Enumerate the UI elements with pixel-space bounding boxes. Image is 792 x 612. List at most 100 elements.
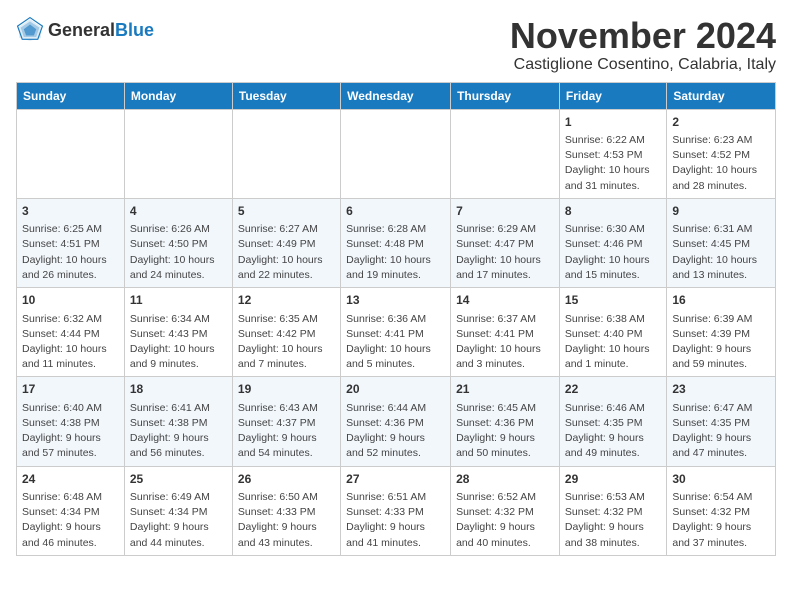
day-number: 27 <box>346 471 445 488</box>
day-detail: Sunrise: 6:25 AM Sunset: 4:51 PM Dayligh… <box>22 222 119 283</box>
day-detail: Sunrise: 6:23 AM Sunset: 4:52 PM Dayligh… <box>672 133 770 194</box>
calendar-cell: 13 Sunrise: 6:36 AM Sunset: 4:41 PM Dayli… <box>341 288 451 377</box>
day-detail: Sunrise: 6:28 AM Sunset: 4:48 PM Dayligh… <box>346 222 445 283</box>
header-day: Friday <box>559 82 666 109</box>
day-number: 26 <box>238 471 335 488</box>
calendar-cell <box>341 109 451 198</box>
day-detail: Sunrise: 6:39 AM Sunset: 4:39 PM Dayligh… <box>672 312 770 373</box>
calendar-cell: 17 Sunrise: 6:40 AM Sunset: 4:38 PM Dayli… <box>17 377 125 466</box>
day-detail: Sunrise: 6:49 AM Sunset: 4:34 PM Dayligh… <box>130 490 227 551</box>
calendar-cell: 12 Sunrise: 6:35 AM Sunset: 4:42 PM Dayli… <box>232 288 340 377</box>
calendar-cell: 4 Sunrise: 6:26 AM Sunset: 4:50 PM Daylig… <box>124 198 232 287</box>
calendar-cell: 8Sunrise: 6:30 AM Sunset: 4:46 PM Daylig… <box>559 198 666 287</box>
calendar-cell <box>17 109 125 198</box>
logo: GeneralBlue <box>16 16 154 44</box>
title-block: November 2024 Castiglione Cosentino, Cal… <box>510 16 776 74</box>
day-number: 17 <box>22 381 119 398</box>
day-detail: Sunrise: 6:35 AM Sunset: 4:42 PM Dayligh… <box>238 312 335 373</box>
day-number: 21 <box>456 381 554 398</box>
calendar-cell: 30Sunrise: 6:54 AM Sunset: 4:32 PM Dayli… <box>667 466 776 555</box>
calendar-cell: 18Sunrise: 6:41 AM Sunset: 4:38 PM Dayli… <box>124 377 232 466</box>
day-number: 22 <box>565 381 661 398</box>
calendar-cell: 7 Sunrise: 6:29 AM Sunset: 4:47 PM Daylig… <box>451 198 560 287</box>
calendar-week-row: 24Sunrise: 6:48 AM Sunset: 4:34 PM Dayli… <box>17 466 776 555</box>
day-detail: Sunrise: 6:46 AM Sunset: 4:35 PM Dayligh… <box>565 401 661 462</box>
day-detail: Sunrise: 6:48 AM Sunset: 4:34 PM Dayligh… <box>22 490 119 551</box>
day-detail: Sunrise: 6:43 AM Sunset: 4:37 PM Dayligh… <box>238 401 335 462</box>
logo-general: General <box>48 20 115 40</box>
month-title: November 2024 <box>510 16 776 56</box>
calendar-cell: 16 Sunrise: 6:39 AM Sunset: 4:39 PM Dayli… <box>667 288 776 377</box>
day-number: 10 <box>22 292 119 309</box>
day-detail: Sunrise: 6:37 AM Sunset: 4:41 PM Dayligh… <box>456 312 554 373</box>
calendar-cell: 15 Sunrise: 6:38 AM Sunset: 4:40 PM Dayli… <box>559 288 666 377</box>
day-number: 2 <box>672 114 770 131</box>
calendar-week-row: 10Sunrise: 6:32 AM Sunset: 4:44 PM Dayli… <box>17 288 776 377</box>
page-header: GeneralBlue November 2024 Castiglione Co… <box>16 16 776 74</box>
day-number: 19 <box>238 381 335 398</box>
calendar-cell: 10Sunrise: 6:32 AM Sunset: 4:44 PM Dayli… <box>17 288 125 377</box>
day-number: 4 <box>130 203 227 220</box>
header-day: Monday <box>124 82 232 109</box>
calendar-cell: 5Sunrise: 6:27 AM Sunset: 4:49 PM Daylig… <box>232 198 340 287</box>
calendar-cell: 29 Sunrise: 6:53 AM Sunset: 4:32 PM Dayli… <box>559 466 666 555</box>
day-number: 28 <box>456 471 554 488</box>
day-number: 16 <box>672 292 770 309</box>
calendar-cell: 20 Sunrise: 6:44 AM Sunset: 4:36 PM Dayli… <box>341 377 451 466</box>
day-number: 14 <box>456 292 554 309</box>
calendar-cell: 6Sunrise: 6:28 AM Sunset: 4:48 PM Daylig… <box>341 198 451 287</box>
day-number: 12 <box>238 292 335 309</box>
calendar-header-row: SundayMondayTuesdayWednesdayThursdayFrid… <box>17 82 776 109</box>
calendar-week-row: 1 Sunrise: 6:22 AM Sunset: 4:53 PM Daylig… <box>17 109 776 198</box>
calendar-cell: 23Sunrise: 6:47 AM Sunset: 4:35 PM Dayli… <box>667 377 776 466</box>
day-detail: Sunrise: 6:31 AM Sunset: 4:45 PM Dayligh… <box>672 222 770 283</box>
calendar-cell: 1 Sunrise: 6:22 AM Sunset: 4:53 PM Daylig… <box>559 109 666 198</box>
location-title: Castiglione Cosentino, Calabria, Italy <box>510 56 776 74</box>
calendar-cell: 9 Sunrise: 6:31 AM Sunset: 4:45 PM Daylig… <box>667 198 776 287</box>
calendar-week-row: 17 Sunrise: 6:40 AM Sunset: 4:38 PM Dayli… <box>17 377 776 466</box>
header-day: Sunday <box>17 82 125 109</box>
calendar-cell: 22 Sunrise: 6:46 AM Sunset: 4:35 PM Dayli… <box>559 377 666 466</box>
day-detail: Sunrise: 6:53 AM Sunset: 4:32 PM Dayligh… <box>565 490 661 551</box>
calendar-cell <box>232 109 340 198</box>
day-number: 7 <box>456 203 554 220</box>
calendar-cell: 25 Sunrise: 6:49 AM Sunset: 4:34 PM Dayli… <box>124 466 232 555</box>
header-day: Thursday <box>451 82 560 109</box>
day-detail: Sunrise: 6:40 AM Sunset: 4:38 PM Dayligh… <box>22 401 119 462</box>
calendar-cell <box>124 109 232 198</box>
calendar-cell: 24Sunrise: 6:48 AM Sunset: 4:34 PM Dayli… <box>17 466 125 555</box>
logo-icon <box>16 16 44 44</box>
logo-blue: Blue <box>115 20 154 40</box>
day-number: 9 <box>672 203 770 220</box>
day-number: 23 <box>672 381 770 398</box>
day-number: 29 <box>565 471 661 488</box>
day-number: 13 <box>346 292 445 309</box>
day-number: 1 <box>565 114 661 131</box>
day-number: 15 <box>565 292 661 309</box>
day-number: 30 <box>672 471 770 488</box>
calendar-week-row: 3 Sunrise: 6:25 AM Sunset: 4:51 PM Daylig… <box>17 198 776 287</box>
calendar-cell: 3 Sunrise: 6:25 AM Sunset: 4:51 PM Daylig… <box>17 198 125 287</box>
day-number: 5 <box>238 203 335 220</box>
calendar-cell: 11Sunrise: 6:34 AM Sunset: 4:43 PM Dayli… <box>124 288 232 377</box>
day-number: 20 <box>346 381 445 398</box>
day-detail: Sunrise: 6:22 AM Sunset: 4:53 PM Dayligh… <box>565 133 661 194</box>
day-detail: Sunrise: 6:45 AM Sunset: 4:36 PM Dayligh… <box>456 401 554 462</box>
day-number: 25 <box>130 471 227 488</box>
day-detail: Sunrise: 6:26 AM Sunset: 4:50 PM Dayligh… <box>130 222 227 283</box>
header-day: Saturday <box>667 82 776 109</box>
day-detail: Sunrise: 6:30 AM Sunset: 4:46 PM Dayligh… <box>565 222 661 283</box>
day-number: 3 <box>22 203 119 220</box>
day-detail: Sunrise: 6:41 AM Sunset: 4:38 PM Dayligh… <box>130 401 227 462</box>
day-detail: Sunrise: 6:51 AM Sunset: 4:33 PM Dayligh… <box>346 490 445 551</box>
calendar-table: SundayMondayTuesdayWednesdayThursdayFrid… <box>16 82 776 556</box>
day-detail: Sunrise: 6:38 AM Sunset: 4:40 PM Dayligh… <box>565 312 661 373</box>
calendar-cell <box>451 109 560 198</box>
day-detail: Sunrise: 6:29 AM Sunset: 4:47 PM Dayligh… <box>456 222 554 283</box>
day-detail: Sunrise: 6:36 AM Sunset: 4:41 PM Dayligh… <box>346 312 445 373</box>
calendar-cell: 2 Sunrise: 6:23 AM Sunset: 4:52 PM Daylig… <box>667 109 776 198</box>
day-detail: Sunrise: 6:44 AM Sunset: 4:36 PM Dayligh… <box>346 401 445 462</box>
calendar-cell: 19 Sunrise: 6:43 AM Sunset: 4:37 PM Dayli… <box>232 377 340 466</box>
calendar-cell: 21 Sunrise: 6:45 AM Sunset: 4:36 PM Dayli… <box>451 377 560 466</box>
day-detail: Sunrise: 6:50 AM Sunset: 4:33 PM Dayligh… <box>238 490 335 551</box>
